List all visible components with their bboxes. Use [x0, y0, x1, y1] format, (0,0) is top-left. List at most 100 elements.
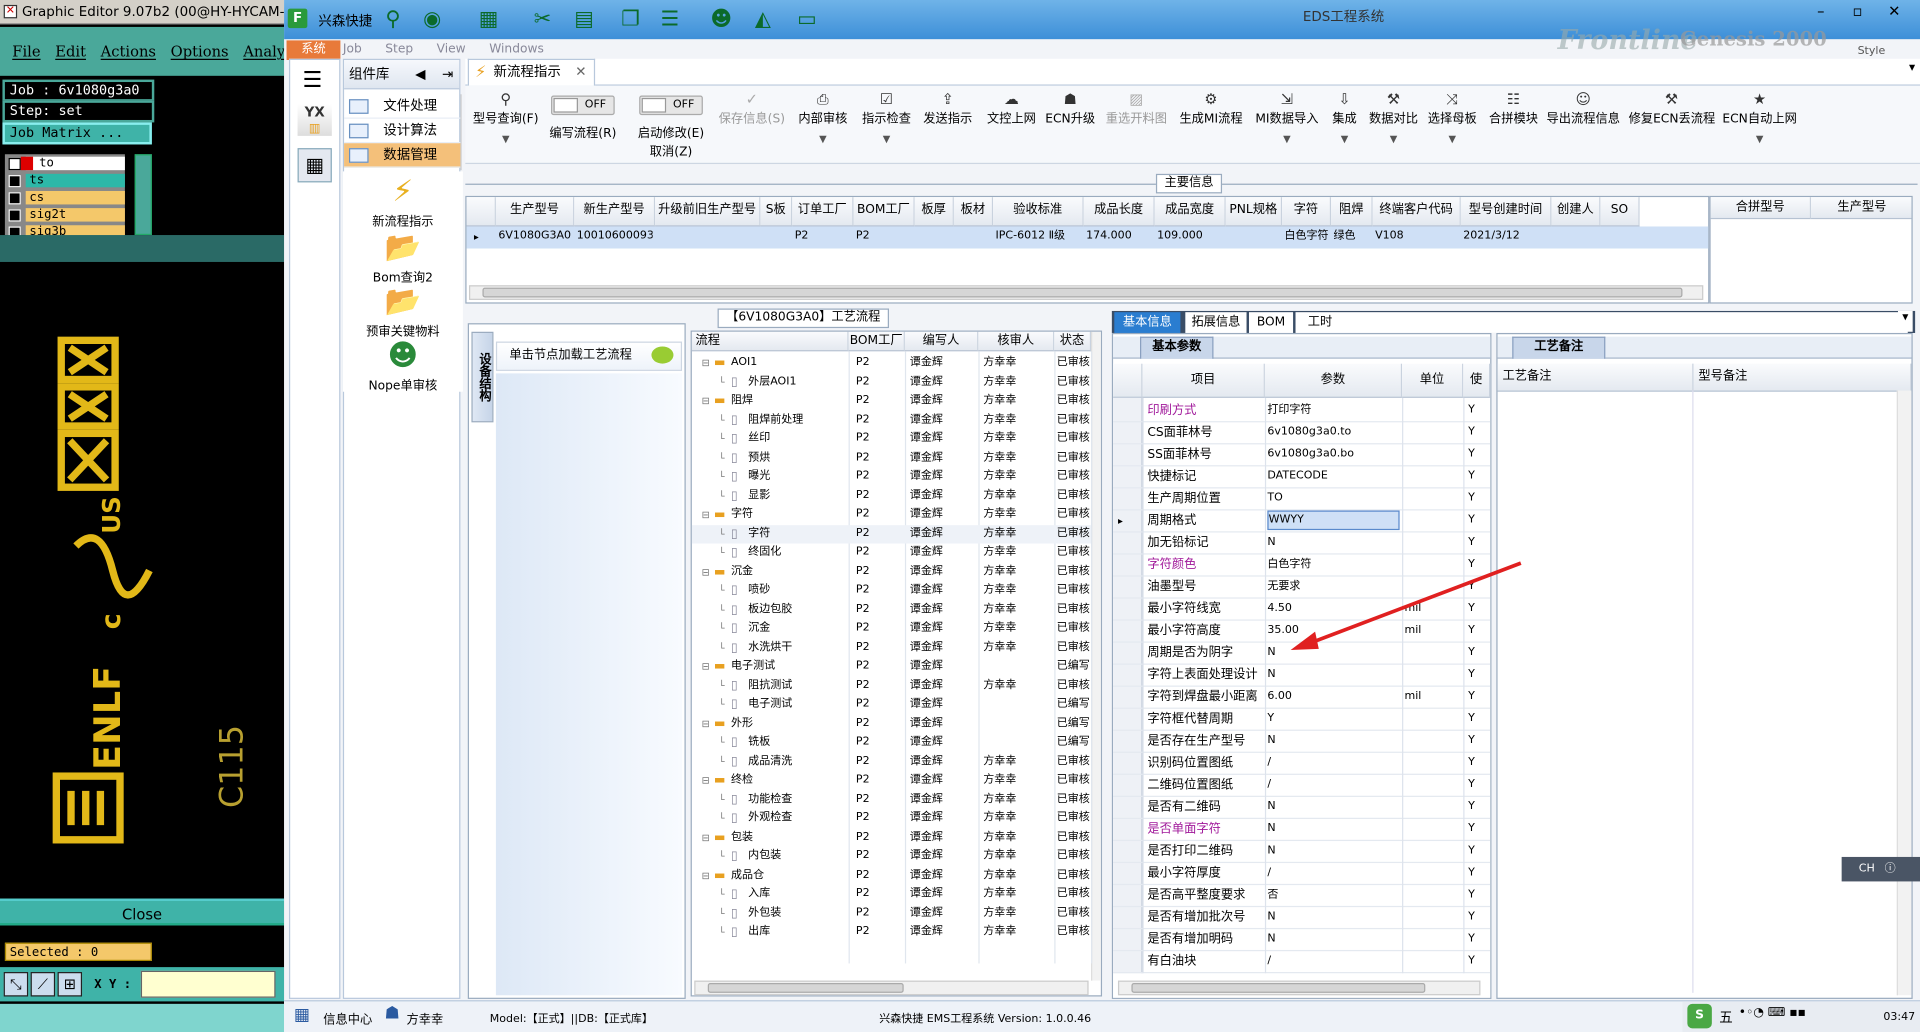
ge-menu-actions[interactable]: Actions	[101, 43, 156, 60]
ge-menu-edit[interactable]: Edit	[55, 43, 86, 60]
process-row[interactable]: ⊟ ▬ 成品仓 P2 谭金辉 方幸幸 已审核	[692, 866, 1091, 884]
main-info-header[interactable]: 订单工厂	[792, 197, 854, 227]
start-modify-toggle[interactable]: OFF	[639, 95, 703, 116]
process-header[interactable]: 编写人	[904, 331, 979, 352]
close-icon[interactable]: ✕	[1881, 2, 1908, 19]
scissors-icon[interactable]: ✂	[529, 6, 556, 33]
param-row[interactable]: CS面菲林号 6v1080g3a0.to Y	[1113, 422, 1491, 445]
gen-mi-flow-button[interactable]: ⚙ 生成MI流程	[1178, 91, 1244, 127]
param-row[interactable]: 字符框代替周期 Y Y	[1113, 709, 1491, 731]
internal-review-button[interactable]: ⎙ 内部审核 ▼	[796, 91, 850, 145]
help-icon[interactable]: ⓘ	[1885, 863, 1896, 875]
chevron-down-icon[interactable]: ▾	[1909, 61, 1915, 74]
param-value[interactable]: N	[1267, 929, 1399, 950]
merge-production-header[interactable]: 生产型号	[1811, 197, 1912, 220]
param-value[interactable]: /	[1267, 753, 1399, 774]
params-hscroll[interactable]	[1117, 980, 1481, 996]
ge-layer-row[interactable]: sig2t	[5, 207, 125, 223]
collapse-icon[interactable]: ⊟	[702, 770, 710, 791]
export-flow-button[interactable]: ☺ 导出流程信息	[1545, 91, 1621, 127]
param-value[interactable]: 4.50	[1267, 599, 1399, 620]
param-row[interactable]: 有白油块 / Y	[1113, 951, 1491, 974]
measure-icon[interactable]: ⟋	[30, 972, 56, 997]
basic-params-title[interactable]: 基本参数	[1140, 336, 1214, 359]
param-value[interactable]: Y	[1267, 709, 1399, 730]
ge-xy-input[interactable]	[140, 970, 276, 998]
process-row[interactable]: └ ▯ 阻抗测试 P2 谭金辉 方幸幸 已审核	[692, 676, 1091, 694]
param-row[interactable]: 最小字符高度 35.00 mil Y	[1113, 621, 1491, 643]
process-row[interactable]: ⊟ ▬ 终检 P2 谭金辉 方幸幸 已审核	[692, 771, 1091, 789]
param-value[interactable]: 6v1080g3a0.bo	[1267, 444, 1399, 465]
system-tab[interactable]: 系统	[286, 40, 341, 60]
process-hscroll[interactable]	[694, 980, 1089, 996]
param-value[interactable]: 6v1080g3a0.to	[1267, 422, 1399, 443]
scroll-thumb[interactable]	[482, 287, 1683, 298]
instruction-check-button[interactable]: ☑ 指示检查 ▼	[860, 91, 914, 145]
collapse-icon[interactable]: ⊟	[702, 656, 710, 677]
param-value[interactable]: 35.00	[1267, 621, 1399, 642]
restore-icon[interactable]: ▫	[1844, 2, 1871, 19]
scroll-thumb[interactable]	[1131, 983, 1426, 993]
param-row[interactable]: 识别码位置图纸 / Y	[1113, 753, 1491, 775]
process-row[interactable]: └ ▯ 水洗烘干 P2 谭金辉 方幸幸 已审核	[692, 638, 1091, 656]
param-value[interactable]: N	[1267, 797, 1399, 818]
fix-ecn-button[interactable]: ⚒ 修复ECN丢流程	[1629, 91, 1716, 127]
process-row[interactable]: └ ▯ 字符 P2 谭金辉 方幸幸 已审核	[691, 524, 1092, 543]
param-value[interactable]: N	[1267, 643, 1399, 664]
pin-icon[interactable]: ⇥	[442, 60, 453, 89]
param-row[interactable]: 字符颜色 白色字符 Y	[1113, 555, 1491, 577]
param-value[interactable]: TO	[1267, 488, 1399, 509]
process-header[interactable]: 流程	[691, 331, 849, 352]
write-flow-toggle[interactable]: OFF	[551, 95, 615, 116]
process-row[interactable]: └ ▯ 成品清洗 P2 谭金辉 方幸幸 已审核	[692, 752, 1091, 770]
library-item-file[interactable]: 文件处理	[344, 94, 461, 119]
library-item-data[interactable]: 数据管理	[344, 143, 461, 168]
main-info-header[interactable]: 成品长度	[1083, 197, 1155, 227]
integrate-button[interactable]: ⇩ 集成 ▼	[1327, 91, 1361, 145]
chevron-down-icon[interactable]: ▾	[1897, 310, 1913, 332]
process-row[interactable]: └ ▯ 板边包胶 P2 谭金辉 方幸幸 已审核	[692, 600, 1091, 618]
param-header[interactable]: 使	[1463, 363, 1491, 398]
copy-icon[interactable]: ❐	[617, 6, 644, 33]
tool-bom-query[interactable]: 📂 Bom查询2	[348, 228, 458, 285]
process-row[interactable]: ⊟ ▬ 字符 P2 谭金辉 方幸幸 已审核	[692, 506, 1091, 524]
collapse-icon[interactable]: ⊟	[702, 504, 710, 525]
minimize-icon[interactable]: –	[1807, 2, 1834, 19]
main-info-header[interactable]: 终端客户代码	[1372, 197, 1461, 227]
doc-online-button[interactable]: ☁ 文控上网	[984, 91, 1038, 127]
param-value[interactable]: 6.00	[1267, 687, 1399, 708]
process-row[interactable]: └ ▯ 功能检查 P2 谭金辉 方幸幸 已审核	[692, 790, 1091, 808]
process-row[interactable]: └ ▯ 入库 P2 谭金辉 方幸幸 已审核	[692, 885, 1091, 903]
param-row[interactable]: 油墨型号 无要求 Y	[1113, 577, 1491, 599]
tab-extended-info[interactable]: 拓展信息	[1185, 312, 1247, 333]
process-row[interactable]: └ ▯ 出库 P2 谭金辉 方幸幸 已审核	[692, 923, 1091, 941]
param-row[interactable]: 是否存在生产型号 N Y	[1113, 731, 1491, 753]
param-value[interactable]: N	[1267, 907, 1399, 928]
tab-bom[interactable]: BOM	[1248, 312, 1294, 333]
process-row[interactable]: └ ▯ 显影 P2 谭金辉 方幸幸 已审核	[692, 487, 1091, 505]
param-row[interactable]: 二维码位置图纸 / Y	[1113, 775, 1491, 797]
param-value[interactable]: /	[1267, 775, 1399, 796]
param-header[interactable]: 单位	[1402, 363, 1464, 398]
remarks-title[interactable]: 工艺备注	[1512, 336, 1606, 359]
search-icon[interactable]: ⚲	[380, 6, 407, 33]
main-info-header[interactable]: S板	[760, 197, 793, 227]
collapse-icon[interactable]: ⊟	[702, 865, 710, 886]
param-value[interactable]: N	[1267, 819, 1399, 840]
tool-new-flow[interactable]: ⚡ 新流程指示	[348, 171, 458, 229]
tool-pre-review[interactable]: 📂 预审关键物料	[348, 282, 458, 339]
equipment-side-tab[interactable]: 设备结构	[471, 331, 494, 423]
param-value[interactable]: 打印字符	[1267, 400, 1399, 421]
param-row[interactable]: 周期是否为阴字 N Y	[1113, 643, 1491, 665]
reselect-cut-button[interactable]: ▨ 重选开料图	[1102, 91, 1171, 127]
process-header[interactable]: BOM工厂	[848, 331, 905, 352]
collapse-left-icon[interactable]: ◀	[415, 60, 425, 89]
process-row[interactable]: └ ▯ 阻焊前处理 P2 谭金辉 方幸幸 已审核	[692, 411, 1091, 429]
process-row[interactable]: └ ▯ 预烘 P2 谭金辉 方幸幸 已审核	[692, 449, 1091, 467]
hamburger-icon[interactable]: ☰	[302, 67, 322, 93]
info-center-link[interactable]: 信息中心	[323, 1009, 372, 1027]
main-info-header[interactable]: PNL规格	[1225, 197, 1283, 227]
ime-indicator[interactable]: CH ⓘ	[1841, 856, 1920, 882]
ecn-upgrade-button[interactable]: ☗ ECN升级	[1043, 91, 1097, 127]
param-row[interactable]: 字符上表面处理设计 N Y	[1113, 665, 1491, 687]
